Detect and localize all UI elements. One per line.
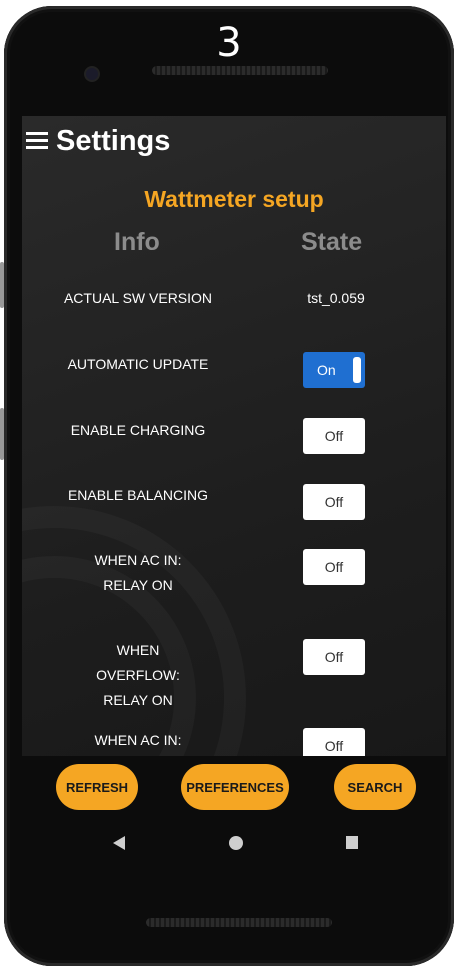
toggle-state-text: Off: [324, 559, 344, 575]
setting-label-ac-in-relay: WHEN AC IN: RELAY ON: [94, 552, 182, 593]
column-header-info: Info: [114, 228, 160, 256]
column-header-state: State: [301, 228, 363, 256]
toggle-state-text: Off: [324, 738, 344, 754]
photo-tag-number: 3: [216, 20, 242, 66]
refresh-button[interactable]: REFRESH: [56, 764, 138, 810]
toggle-ac-in-relay[interactable]: Off: [303, 549, 365, 585]
page-title: Settings: [56, 124, 171, 157]
recents-square-icon[interactable]: [346, 836, 358, 849]
back-triangle-icon[interactable]: [113, 836, 125, 850]
setting-label-ac-in: WHEN AC IN:: [94, 732, 182, 748]
toggle-automatic-update[interactable]: On: [303, 352, 365, 388]
setting-label-sw-version: ACTUAL SW VERSION: [63, 290, 213, 306]
toggle-enable-charging[interactable]: Off: [303, 418, 365, 454]
home-circle-icon[interactable]: [229, 836, 243, 850]
setting-label-overflow-relay: WHEN OVERFLOW: RELAY ON: [96, 642, 180, 708]
setting-label-enable-balancing: ENABLE BALANCING: [67, 487, 209, 503]
toggle-enable-balancing[interactable]: Off: [303, 484, 365, 520]
toggle-state-text: On: [317, 362, 336, 378]
toggle-overflow-relay[interactable]: Off: [303, 639, 365, 675]
toggle-knob: [353, 357, 361, 383]
preferences-button[interactable]: PREFERENCES: [181, 764, 289, 810]
section-title: Wattmeter setup: [144, 186, 324, 212]
setting-value-sw-version: tst_0.059: [307, 290, 365, 306]
top-speaker-grille: [152, 66, 328, 75]
bottom-action-bar: REFRESH PREFERENCES SEARCH: [22, 756, 446, 890]
hamburger-menu-icon[interactable]: [26, 132, 48, 150]
bottom-speaker-grille: [146, 918, 332, 927]
app-bar: Settings: [22, 116, 446, 166]
search-button[interactable]: SEARCH: [334, 764, 416, 810]
toggle-state-text: Off: [324, 494, 344, 510]
toggle-state-text: Off: [324, 649, 344, 665]
setting-label-enable-charging: ENABLE CHARGING: [70, 422, 206, 438]
setting-label-automatic-update: AUTOMATIC UPDATE: [67, 356, 209, 372]
toggle-state-text: Off: [324, 428, 344, 444]
front-camera: [86, 68, 98, 80]
